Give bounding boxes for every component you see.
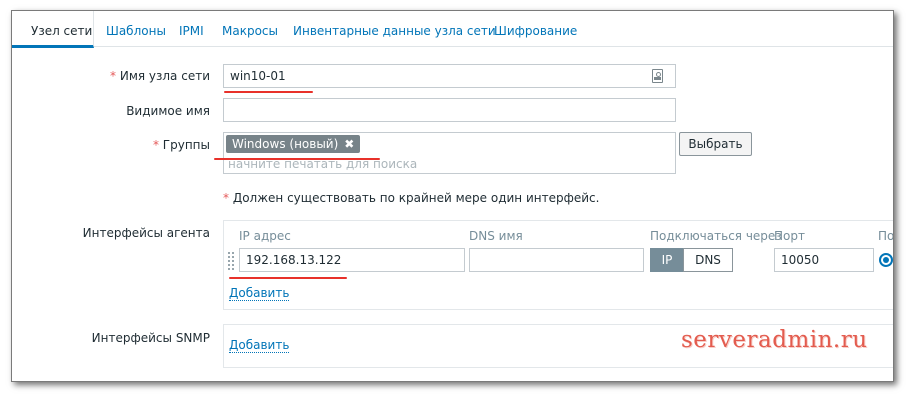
host-config-window: Узел сети Шаблоны IPMI Макросы Инвентарн… (11, 10, 894, 382)
drag-handle-icon[interactable] (228, 251, 236, 271)
tab-templates[interactable]: Шаблоны (106, 11, 166, 47)
dns-column-header: DNS имя (469, 229, 523, 243)
hostname-label: * Имя узла сети (110, 69, 210, 83)
tab-inventory[interactable]: Инвентарные данные узла сети (293, 11, 496, 47)
annotation-underline-hostname (224, 91, 313, 93)
agent-port-field[interactable]: 10050 (774, 248, 874, 272)
group-chip-label: Windows (новый) (232, 137, 339, 151)
select-groups-button[interactable]: Выбрать (679, 132, 752, 156)
connect-ip-toggle[interactable]: IP (650, 248, 684, 272)
ip-column-header: IP адрес (239, 229, 291, 243)
interface-required-note: * Должен существовать по крайней мере од… (223, 191, 600, 205)
default-column-header: По (878, 229, 894, 243)
annotation-underline-ip (229, 277, 347, 279)
hostname-field[interactable]: win10-01 (223, 64, 676, 88)
connect-dns-toggle[interactable]: DNS (683, 248, 733, 272)
id-card-icon[interactable] (652, 69, 663, 83)
visible-name-field[interactable] (223, 98, 676, 122)
port-column-header: Порт (774, 229, 805, 243)
groups-label: * Группы (152, 138, 210, 152)
chip-remove-icon[interactable]: ✖ (344, 137, 354, 151)
tab-bar: Узел сети Шаблоны IPMI Макросы Инвентарн… (12, 11, 893, 48)
tab-host[interactable]: Узел сети (12, 11, 94, 48)
add-agent-interface-link[interactable]: Добавить (229, 286, 290, 301)
visible-name-label: Видимое имя (126, 104, 210, 118)
tab-macros[interactable]: Макросы (222, 11, 278, 47)
tab-encryption[interactable]: Шифрование (494, 11, 577, 47)
agent-dns-field[interactable] (469, 248, 644, 272)
agent-ip-field[interactable]: 192.168.13.122 (239, 248, 465, 272)
connect-via-column-header: Подключаться через (650, 229, 782, 243)
group-chip: Windows (новый) ✖ (226, 135, 361, 153)
annotation-underline-groups (214, 158, 380, 160)
watermark-text: serveradmin.ru (681, 327, 868, 353)
default-interface-radio[interactable] (879, 253, 893, 267)
snmp-interfaces-label: Интерфейсы SNMP (91, 331, 210, 345)
tab-ipmi[interactable]: IPMI (179, 11, 204, 47)
agent-interfaces-label: Интерфейсы агента (82, 226, 210, 240)
hostname-value: win10-01 (230, 69, 286, 83)
add-snmp-interface-link[interactable]: Добавить (229, 338, 290, 353)
